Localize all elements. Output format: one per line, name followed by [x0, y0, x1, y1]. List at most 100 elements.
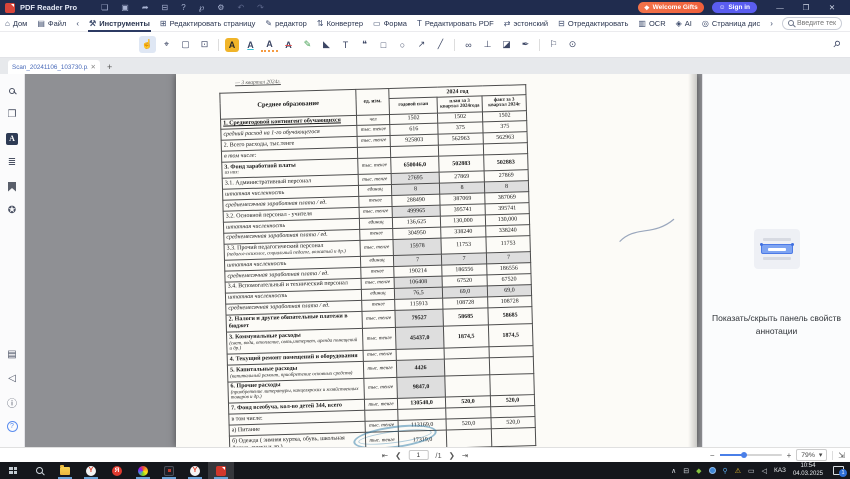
document-tab[interactable]: Scan_20241106_103730.p... ✕ — [8, 60, 100, 74]
menu-page-display[interactable]: ◎Страница дис — [701, 15, 761, 32]
tray-globe-icon[interactable] — [709, 467, 716, 474]
fit-page-icon[interactable]: ⇲ — [838, 451, 845, 460]
first-page-icon[interactable]: ⇤ — [382, 451, 388, 460]
menu-back-chevron[interactable]: ‹ — [75, 15, 83, 32]
zoom-slider[interactable] — [720, 454, 782, 456]
tray-volume-icon[interactable]: ◁ — [762, 467, 767, 475]
taskbar-clock[interactable]: 10:5404.03.2025 — [793, 463, 823, 478]
menu-redact[interactable]: ⊟Отредактировать — [557, 15, 629, 32]
zoom-out-icon[interactable]: − — [710, 451, 715, 460]
search-input[interactable] — [797, 20, 836, 27]
rectangle-icon[interactable]: □ — [375, 36, 392, 53]
underline-text-icon[interactable]: A — [242, 36, 259, 53]
maximize-button[interactable]: ❐ — [793, 3, 819, 12]
menu-home[interactable]: ⌂Дом — [4, 15, 28, 32]
tray-expand-icon[interactable]: ∧ — [671, 467, 676, 475]
zoom-level-dropdown[interactable]: 79%▾ — [796, 449, 827, 461]
separator[interactable] — [539, 39, 540, 51]
menu-item-icon: ⊞ — [160, 19, 167, 28]
separator[interactable] — [218, 39, 219, 51]
redo-icon[interactable]: ↷ — [257, 3, 264, 12]
save-icon[interactable]: ▣ — [121, 3, 129, 12]
pencil-icon[interactable]: ✎ — [299, 36, 316, 53]
menu-item-icon: ▭ — [373, 19, 381, 28]
open-file-icon[interactable]: ❏ — [101, 3, 108, 12]
taskbar-yandex-browser2-button[interactable]: Y — [182, 462, 208, 479]
language-indicator[interactable]: КАЗ — [774, 467, 786, 474]
new-tab-button[interactable]: + — [107, 62, 112, 72]
menu-file[interactable]: ▤Файл — [36, 15, 67, 32]
menu-language[interactable]: ⇄эстонский — [503, 15, 549, 32]
hand-tool-icon[interactable]: ☝ — [139, 36, 156, 53]
taskbar-pdf-reader-button[interactable] — [208, 462, 234, 479]
sign-in-button[interactable]: ☺Sign in — [712, 2, 757, 13]
share-icon[interactable]: ➦ — [142, 3, 149, 12]
marquee-select-icon[interactable]: ▢ — [177, 36, 194, 53]
menu-editor[interactable]: ✎редактор — [264, 15, 308, 32]
row-q3-plan-cell: 502883 — [439, 155, 484, 173]
menu-form[interactable]: ▭Форма — [372, 15, 408, 32]
tray-antivirus-icon[interactable]: ◆ — [696, 467, 701, 475]
preview-icon[interactable]: ⊙ — [564, 36, 581, 53]
zoom-in-icon[interactable]: + — [787, 451, 792, 460]
menu-tools[interactable]: ⚒Инструменты — [88, 15, 151, 32]
squiggly-text-icon[interactable]: A — [261, 38, 278, 52]
welcome-gifts-button[interactable]: ❖Welcome Gifts — [638, 2, 704, 13]
taskbar-browser-button[interactable] — [130, 462, 156, 479]
separator[interactable] — [454, 39, 455, 51]
arrow-icon[interactable]: ↗ — [413, 36, 430, 53]
signature-icon[interactable]: ✒ — [517, 36, 534, 53]
menu-item-icon: ▤ — [37, 19, 45, 28]
tab-close-icon[interactable]: ✕ — [91, 63, 96, 71]
menu-ai[interactable]: ◈AI — [675, 15, 693, 32]
highlight-text-icon[interactable]: A — [225, 38, 239, 52]
document-viewport[interactable]: — 3 квартал 2024г. Среднее образование е… — [25, 74, 702, 447]
tray-key-icon[interactable]: ⚲ — [723, 467, 728, 475]
pin-toolbar-icon[interactable]: ⚲ — [830, 38, 842, 50]
notification-center-icon[interactable]: 1 — [833, 466, 844, 475]
print-icon[interactable]: ⊟ — [162, 3, 169, 12]
last-page-icon[interactable]: ⇥ — [462, 451, 468, 460]
previous-page-icon[interactable]: ❮ — [395, 451, 401, 460]
eraser-icon[interactable]: ◣ — [318, 36, 335, 53]
taskbar-yandex-browser-button[interactable]: Y — [78, 462, 104, 479]
image-icon[interactable]: ◪ — [498, 36, 515, 53]
menu-item-icon: T — [417, 19, 422, 28]
menu-item-icon: › — [770, 19, 773, 28]
taskbar-capture-button[interactable] — [156, 462, 182, 479]
bookmark-icon[interactable]: ⚐ — [545, 36, 562, 53]
ellipse-icon[interactable]: ○ — [394, 36, 411, 53]
sidebar-annotation-list-icon: ▤ — [7, 349, 16, 360]
taskbar-explorer-button[interactable] — [52, 462, 78, 479]
next-page-icon[interactable]: ❯ — [449, 451, 455, 460]
add-text-icon[interactable]: T — [337, 36, 354, 53]
taskbar-search-button[interactable] — [26, 462, 52, 479]
menu-overflow-chevron[interactable]: › — [769, 15, 777, 32]
close-button[interactable]: ✕ — [819, 3, 845, 12]
menu-edit-pdf[interactable]: TРедактировать PDF — [416, 15, 495, 32]
zoom-select-icon[interactable]: ⌖ — [158, 36, 175, 53]
comment-icon[interactable]: ❝ — [356, 36, 373, 53]
tray-printer-icon[interactable]: ⊟ — [683, 467, 689, 475]
minimize-button[interactable]: — — [767, 3, 793, 12]
zoom-slider-thumb[interactable] — [741, 452, 747, 458]
stamp-icon[interactable]: ⊥ — [479, 36, 496, 53]
link-icon[interactable]: ∞ — [460, 36, 477, 53]
taskbar-yandex-button[interactable]: Я — [104, 462, 130, 479]
strikeout-text-icon[interactable]: A — [280, 36, 297, 53]
menu-edit-page[interactable]: ⊞Редактировать страницу — [159, 15, 257, 32]
page-number-input[interactable]: 1 — [408, 450, 428, 460]
menu-converter[interactable]: ⇅Конвертер — [316, 15, 364, 32]
snapshot-icon[interactable]: ⊡ — [196, 36, 213, 53]
search-box[interactable] — [782, 17, 842, 30]
help-icon[interactable]: ? — [181, 3, 185, 12]
settings-gear-icon[interactable]: ⚙ — [217, 3, 224, 12]
tray-display-icon[interactable]: ▭ — [748, 467, 755, 475]
start-button[interactable] — [0, 462, 26, 479]
activate-key-icon[interactable]: ℘ — [199, 3, 205, 12]
undo-icon[interactable]: ↶ — [237, 3, 244, 12]
line-icon[interactable]: ╱ — [432, 36, 449, 53]
menu-ocr[interactable]: ▥OCR — [637, 15, 666, 32]
menu-item-icon: ✎ — [265, 19, 272, 28]
tray-battery-warning-icon[interactable]: ⚠ — [735, 467, 741, 475]
